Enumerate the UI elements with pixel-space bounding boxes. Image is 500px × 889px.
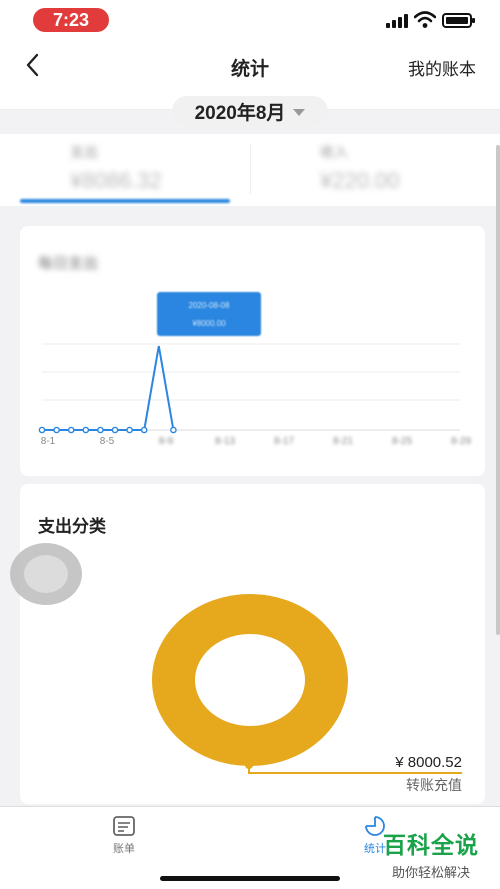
tooltip-value: ¥8000.00 <box>191 319 226 328</box>
income-amount: ¥220.00 <box>320 168 400 193</box>
expense-category-card: 支出分类 ¥ 8000.52 转账充值 <box>20 484 485 804</box>
my-ledger-link[interactable]: 我的账本 <box>408 55 476 80</box>
data-point <box>170 426 177 434</box>
data-point <box>111 426 119 434</box>
slice-amount: ¥ 8000.52 <box>395 754 462 771</box>
status-bar: 7:23 <box>0 0 500 44</box>
active-tab-indicator <box>20 199 230 203</box>
expense-amount: ¥8086.32 <box>70 168 162 193</box>
tab-bill-label: 账单 <box>113 843 135 855</box>
leader-line <box>248 772 462 774</box>
slice-label: 转账充值 <box>406 777 462 793</box>
watermark: 百科全说 助你轻松解决 <box>376 826 486 881</box>
daily-line-chart: 8-1 8-5 8-9 8-13 8-17 8-21 8-25 8-29 2020-08-08… <box>38 292 471 447</box>
data-point <box>67 426 75 434</box>
daily-expense-card: 每日支出 8-1 8-5 8-9 8-13 8-17 8-21 8-25 8-29 2020-… <box>20 226 485 476</box>
x-tick-label: 8-21 <box>333 436 353 447</box>
tab-bill[interactable]: 账单 <box>94 815 154 856</box>
watermark-main: 百科全说 <box>383 832 479 858</box>
x-tick-label: 8-9 <box>159 436 174 447</box>
income-label: 收入 <box>320 144 348 160</box>
expense-label: 支出 <box>70 144 98 160</box>
category-donut-chart[interactable] <box>152 594 348 766</box>
category-title: 支出分类 <box>38 517 106 536</box>
x-tick-label: 8-5 <box>100 436 115 447</box>
x-tick-label: 8-1 <box>41 436 56 447</box>
status-time: 7:23 <box>33 8 109 32</box>
data-point <box>126 426 133 434</box>
x-tick-label: 8-17 <box>274 436 294 447</box>
assistive-touch-button[interactable] <box>10 543 82 605</box>
expense-series-line <box>42 345 175 431</box>
x-tick-label: 8-13 <box>215 436 235 447</box>
bill-icon <box>113 816 135 836</box>
month-label: 2020年8月 <box>194 102 286 124</box>
home-indicator <box>160 876 340 881</box>
watermark-sub: 助你轻松解决 <box>391 865 470 880</box>
month-picker[interactable]: 2020年8月 <box>172 96 328 126</box>
wifi-icon <box>414 11 436 28</box>
data-point <box>38 426 46 434</box>
battery-icon <box>442 13 475 28</box>
signal-icon <box>386 14 410 28</box>
tooltip-box <box>157 292 261 336</box>
caret-down-icon <box>293 108 306 116</box>
donut-hole <box>195 634 305 726</box>
data-point <box>97 426 104 434</box>
tooltip-date: 2020-08-08 <box>189 301 230 310</box>
x-tick-label: 8-29 <box>451 436 471 447</box>
tab-expense[interactable]: 支出 ¥8086.32 <box>0 140 250 200</box>
summary-tabs: 支出 ¥8086.32 收入 ¥220.00 <box>0 134 500 206</box>
data-point <box>82 426 90 434</box>
x-tick-label: 8-25 <box>392 436 412 447</box>
tab-income[interactable]: 收入 ¥220.00 <box>250 140 500 200</box>
data-point <box>53 426 60 434</box>
scrollbar[interactable] <box>496 145 500 635</box>
data-point <box>140 426 148 434</box>
